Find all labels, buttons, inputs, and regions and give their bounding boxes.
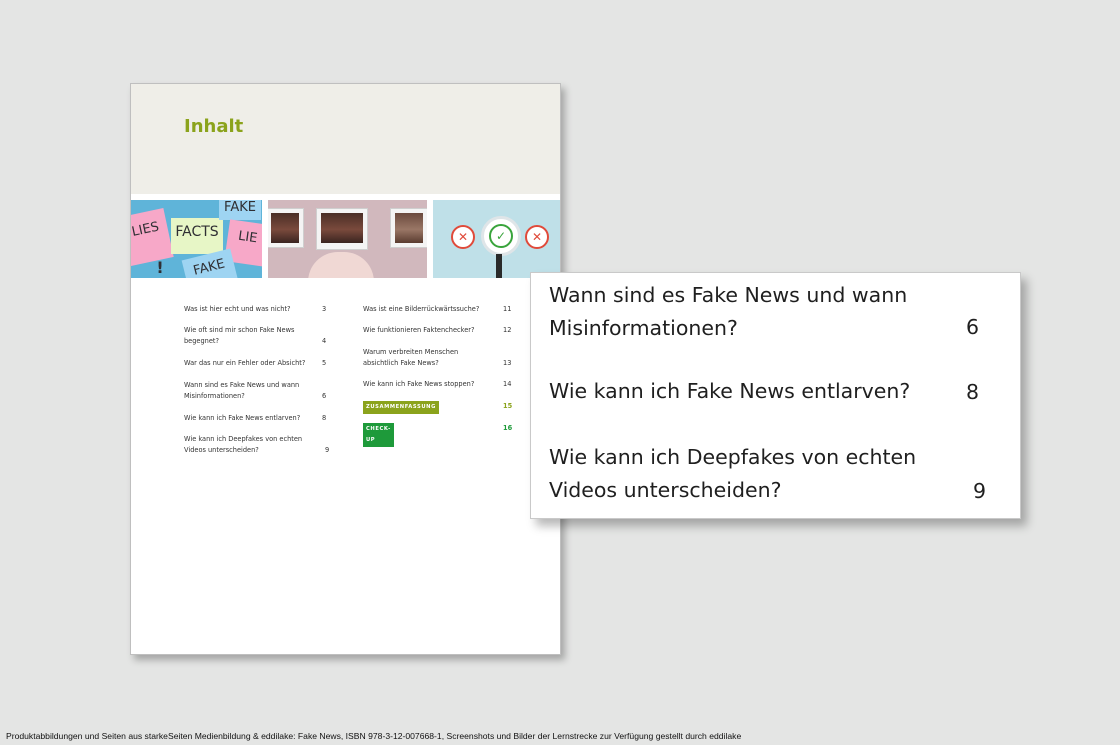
blurred-faces-image [268, 200, 427, 278]
toc-item[interactable]: Warum verbreiten Menschen absichtlich Fa… [363, 347, 511, 369]
toc-item[interactable]: War das nur ein Fehler oder Absicht? 5 [184, 358, 326, 369]
toc-item[interactable]: Wie kann ich Fake News entlarven? 8 [184, 413, 326, 424]
toc-item[interactable]: Wann sind es Fake News und wann Misinfor… [184, 380, 326, 402]
toc-item[interactable]: Was ist hier echt und was nicht? 3 [184, 304, 326, 315]
zoom-item-title: Videos unterscheiden? [549, 478, 782, 502]
page-header: Inhalt [131, 84, 560, 194]
zoom-item-page: 8 [966, 380, 980, 404]
toc-item[interactable]: Wie kann ich Deepfakes von echten Videos… [184, 434, 329, 456]
zoom-item-title: Wie kann ich Fake News entlarven? [549, 379, 911, 403]
portrait-frame [316, 208, 368, 250]
portrait-frame [390, 208, 427, 248]
zoom-callout: Wann sind es Fake News und wann Misinfor… [530, 272, 1021, 519]
toc-tag-item[interactable]: CHECK-UP 16 [363, 423, 512, 447]
zoom-item-title: Wie kann ich Deepfakes von echten [549, 445, 917, 469]
x-icon: ✕ [451, 225, 475, 249]
zoom-toc-item: Wie kann ich Fake News entlarven? [549, 375, 910, 408]
sticky-note: FAKE [219, 200, 261, 220]
toc-item[interactable]: Wie oft sind mir schon Fake News begegne… [184, 325, 326, 347]
x-icon: ✕ [525, 225, 549, 249]
sticky-note: ! [156, 258, 164, 277]
sticky-note: FACTS [171, 218, 223, 254]
page-title: Inhalt [184, 116, 244, 137]
portrait-frame [268, 208, 304, 248]
check-icon: ✓ [489, 224, 513, 248]
book-page: Inhalt LIES FACTS FAKE LIE FAKE ! ✕ ✓ ✕ … [130, 83, 561, 655]
zoom-item-title: Wann sind es Fake News und wann [549, 283, 908, 307]
zoom-item-page: 6 [966, 315, 980, 339]
zoom-item-page: 9 [973, 479, 987, 503]
fact-check-image: ✕ ✓ ✕ [433, 200, 560, 278]
toc-tag-item[interactable]: ZUSAMMENFASSUNG 15 [363, 401, 512, 414]
checkup-tag: CHECK-UP [363, 423, 394, 447]
toc-item[interactable]: Wie funktionieren Faktenchecker? 12 [363, 325, 511, 336]
toc-item[interactable]: Was ist eine Bilderrückwärtssuche? 11 [363, 304, 511, 315]
magnifier-handle [496, 254, 502, 278]
image-credit: Produktabbildungen und Seiten aus starke… [6, 731, 742, 741]
person-figure [308, 252, 374, 278]
zoom-toc-item: Wann sind es Fake News und wann Misinfor… [549, 279, 907, 345]
summary-tag: ZUSAMMENFASSUNG [363, 401, 439, 414]
sticky-notes-image: LIES FACTS FAKE LIE FAKE ! [131, 200, 262, 278]
zoom-toc-item: Wie kann ich Deepfakes von echten Videos… [549, 441, 916, 507]
toc-item[interactable]: Wie kann ich Fake News stoppen? 14 [363, 379, 511, 390]
zoom-item-title: Misinformationen? [549, 316, 738, 340]
